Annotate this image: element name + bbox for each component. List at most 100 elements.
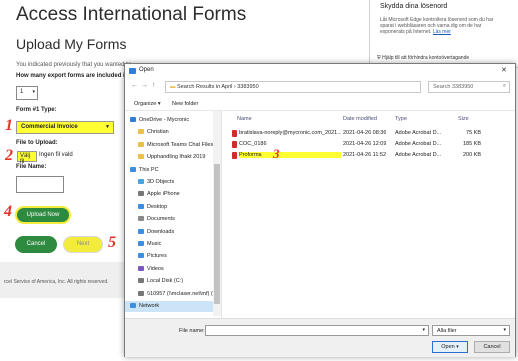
footer-text: rcel Service of America, Inc. All rights… [4,279,109,285]
no-file-text: Ingen fil vald [39,152,73,158]
choose-file-button[interactable]: Välj fil [17,151,37,165]
chevron-down-icon: ▼ [105,124,110,130]
form-type-select[interactable]: Commercial Invoice ▼ [16,121,114,134]
tree-item[interactable]: Apple iPhone [125,189,221,200]
chevron-down-icon: ▾ [422,327,425,333]
annotation-3: 3 [273,146,280,161]
open-file-dialog: Open ✕ ← → ↑ ▬ Search Results in April ›… [124,63,516,357]
back-icon[interactable]: ← [131,82,138,89]
tree-item-label: Network [139,303,160,309]
tree-item[interactable]: Local Disk (C:) [125,276,221,287]
organize-button[interactable]: Organize ▾ [134,101,161,107]
tree-item[interactable]: Microsoft Teams Chat Files [125,140,221,151]
file-upload-label: File to Upload: [16,140,58,146]
learn-more-link[interactable]: Läs mer [433,29,451,35]
desktop-icon [138,203,144,209]
file-filter-value: Alla filer [437,328,457,334]
search-input[interactable]: Search 3383950 ⌕ [428,81,510,93]
tree-item-label: 3D Objects [147,179,175,185]
forms-count-value: 1 [20,89,24,95]
up-icon[interactable]: ↑ [152,82,156,89]
tree-item-label: Local Disk (C:) [147,278,184,285]
folder-icon [138,154,144,160]
tree-item[interactable]: Network [125,301,221,312]
cancel-button[interactable]: Cancel [15,236,57,253]
new-folder-button[interactable]: New folder [172,101,198,107]
tree-item[interactable]: Christian [125,127,221,138]
chevron-down-icon: ▾ [32,89,35,95]
annotation-5: 5 [108,234,116,251]
file-size: 185 KB [462,141,481,147]
file-name-label: File Name: [16,164,47,170]
tree-item-label: Microsoft Teams Chat Files [147,141,214,148]
file-type: Adobe Acrobat D... [395,152,442,158]
tree-item[interactable]: Desktop [125,202,221,213]
pdf-icon [232,130,237,137]
column-size[interactable]: Size [458,116,469,122]
file-date: 2021-04-26 08:36 [343,130,387,136]
dialog-cancel-button[interactable]: Cancel [474,341,510,353]
annotation-2: 2 [5,147,13,164]
edge-app-icon [129,68,136,74]
search-placeholder: Search 3383950 [433,84,474,90]
phone-icon [138,191,144,197]
open-button-label: Open [441,344,455,350]
forward-icon[interactable]: → [141,82,148,89]
file-name-input[interactable] [16,176,64,193]
tree-item[interactable]: \\10957 (\\mclaser.net\mf) (\user [125,289,222,300]
tree-item-label: Downloads [147,228,175,235]
tree-item[interactable]: 3D Objects [125,177,221,188]
column-name[interactable]: Name [237,116,252,122]
dialog-titlebar[interactable] [125,64,515,78]
forms-count-select[interactable]: 1 ▾ [16,86,38,100]
folder-icon: ▬ [170,84,178,90]
tree-item-label: Music [147,241,162,247]
nav-scrollbar-thumb[interactable] [214,164,220,304]
pictures-icon [138,253,144,259]
forms-count-label: How many export forms are included in [16,73,129,79]
tree-item[interactable]: Upphandling Ifrakt 2019 [125,152,221,163]
tree-item[interactable]: This PC [125,165,221,176]
tree-item[interactable]: OneDrive - Mycronic [125,115,221,126]
file-row[interactable]: Proforma 2021-04-26 11:52 Adobe Acrobat … [223,151,513,161]
pdf-icon [232,152,237,159]
file-row[interactable]: COC_0186 2021-04-26 12:09 Adobe Acrobat … [223,140,513,150]
tree-item-label: Desktop [147,203,168,210]
cube-icon [138,179,144,184]
tree-item-label: Pictures [147,253,167,260]
dialog-filename-label: File name: [179,328,205,334]
close-icon[interactable]: ✕ [501,66,507,74]
file-name: Proforma [239,152,341,158]
column-date-modified[interactable]: Date modified [343,116,377,122]
network-icon [130,303,136,308]
open-button[interactable]: Open ▾ [432,341,468,353]
documents-icon [138,216,144,222]
annotation-4: 4 [4,203,12,220]
file-size: 200 KB [462,152,481,158]
pdf-icon [232,141,237,148]
column-type[interactable]: Type [395,116,407,122]
file-type: Adobe Acrobat D... [395,141,442,147]
file-type-filter[interactable]: Alla filer ▾ [432,325,510,336]
next-button[interactable]: Next [63,236,103,253]
file-date: 2021-04-26 11:52 [343,152,387,158]
tree-item[interactable]: Documents [125,214,221,225]
file-type: Adobe Acrobat D... [395,130,442,136]
edge-help-item[interactable]: ⛨ Hjälp till att förhindra kontoövertaga… [377,55,469,61]
tree-item-label: OneDrive - Mycronic [139,117,190,123]
upload-now-button[interactable]: Upload Now [15,206,71,224]
form-type-label: Form #1 Type: [16,107,57,113]
tree-item[interactable]: Music [125,239,221,250]
edge-panel-title: Skydda dina lösenord [380,3,448,10]
tree-item[interactable]: Downloads [125,227,221,238]
folder-icon [138,141,144,147]
tree-item[interactable]: Videos [125,264,221,275]
address-bar[interactable]: ▬ Search Results in April › 3383950 [165,81,421,93]
file-name: COC_0186 [239,141,267,147]
tree-item-label: \\10957 (\\mclaser.net\mf) (\user [147,290,222,297]
file-row[interactable]: bratislava-noreply@mycronic.com_2021... … [223,129,513,139]
dialog-filename-input[interactable]: ▾ [205,325,429,336]
tree-item[interactable]: Pictures [125,251,221,262]
chevron-down-icon: ▾ [503,327,506,333]
cloud-icon [130,117,136,122]
